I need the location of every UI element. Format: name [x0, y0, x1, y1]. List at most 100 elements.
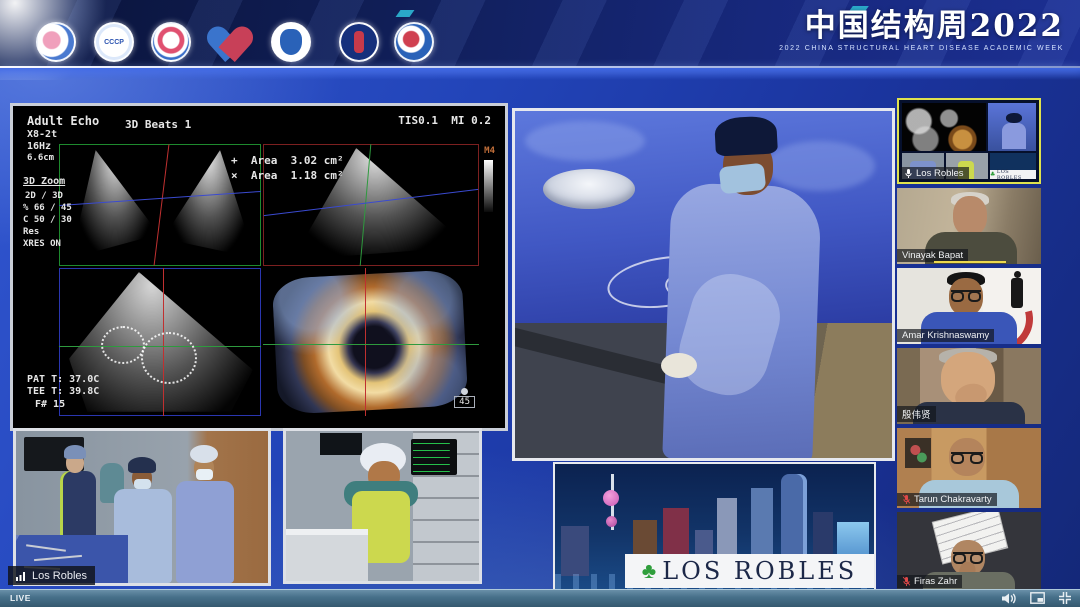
header-glow-band — [0, 68, 1080, 80]
echo-video-panel: Adult Echo X8-2t 16Hz 6.6cm 3D Beats 1 T… — [10, 103, 508, 431]
live-status-label: LIVE — [10, 593, 31, 603]
vascular-figure-logo-icon — [36, 22, 76, 62]
surgeon-cap — [714, 115, 778, 156]
mini-los-robles-banner: ♣LOS ROBLES — [990, 170, 1036, 179]
echo-angle-badge: 45 — [454, 388, 475, 408]
operator-mask — [134, 479, 151, 489]
picture-in-picture-icon[interactable] — [1030, 592, 1045, 604]
event-title-block: 中国结构周2022 2022 CHINA STRUCTURAL HEART DI… — [779, 8, 1064, 52]
broadcast-window: CCCP 中国结构周2022 2022 CHINA STRUCTURAL HEA… — [0, 0, 1080, 607]
skyline-banner-panel: ♣ LOS ROBLES — [553, 462, 876, 592]
participant-tile-tarun-chakravarty[interactable]: Tarun Chakravarty — [897, 428, 1041, 508]
echo-param: C 50 / 30 — [23, 215, 72, 225]
echo-angle-value: 45 — [454, 396, 475, 408]
vitals-monitor — [411, 439, 457, 475]
echo-map-label: M4 — [484, 146, 495, 156]
participant-tile-amar-krishnaswamy[interactable]: Amar Krishnaswamy — [897, 268, 1041, 344]
echo-traced-contour — [101, 326, 145, 364]
echo-patient-temp: PAT T: 37.0C — [27, 374, 99, 385]
echo-grayscale-bar — [484, 160, 493, 212]
stream-source-label: Los Robles — [32, 570, 87, 582]
echo-param: XRES ON — [23, 239, 61, 249]
surgeon-mask — [719, 163, 767, 195]
background-painting — [905, 438, 931, 468]
tree-icon: ♣ — [642, 560, 656, 582]
echo-beats-label: 3D Beats 1 — [125, 118, 191, 131]
echo-param: 2D / 3D — [25, 191, 63, 201]
echo-param: Res — [23, 227, 39, 237]
echo-frame-number: F# 15 — [35, 399, 65, 410]
main-surgeon-video — [512, 108, 895, 461]
mini-skyline-view: ♣LOS ROBLES — [990, 153, 1036, 179]
echo-depth-label: 6.6cm — [27, 153, 54, 163]
china-heart-house-logo-icon — [271, 22, 311, 62]
assistant-cap — [190, 445, 218, 463]
surgeon-glove — [661, 353, 697, 378]
mini-surgeon-view — [988, 103, 1036, 151]
participant-tile-los-robles[interactable]: ♣LOS ROBLES Los Robles — [897, 98, 1041, 184]
pearl-sphere — [606, 516, 617, 527]
operator-cap — [128, 457, 156, 473]
glasses — [951, 290, 981, 298]
echo-3d-render — [272, 269, 469, 415]
echo-tee-temp: TEE T: 39.8C — [27, 386, 99, 397]
event-subtitle: 2022 CHINA STRUCTURAL HEART DISEASE ACAD… — [779, 45, 1064, 52]
pearl-sphere — [603, 490, 619, 506]
mic-muted-icon — [902, 576, 911, 587]
participant-tile-vinayak-bapat[interactable]: Vinayak Bapat — [897, 188, 1041, 264]
echo-probe-label: X8-2t — [27, 129, 57, 140]
echo-measurement-1: + Area 3.02 cm² — [231, 154, 344, 167]
volume-icon[interactable] — [1001, 592, 1017, 605]
drape-fold — [525, 121, 645, 161]
echo-param: % 66 / 45 — [23, 203, 72, 213]
mic-on-icon — [904, 168, 913, 179]
echo-tis-mi-label: TIS0.1 MI 0.2 — [398, 114, 491, 127]
player-control-bar: LIVE — [0, 589, 1080, 607]
header-banner: CCCP 中国结构周2022 2022 CHINA STRUCTURAL HEA… — [0, 0, 1080, 66]
cccp-logo-icon: CCCP — [94, 22, 134, 62]
assistant-mask — [196, 469, 213, 480]
aux-monitor — [320, 433, 362, 455]
echo-crosshair-red — [365, 268, 366, 416]
or-camera-1-video — [13, 428, 271, 586]
or-camera-2-video — [283, 428, 482, 584]
participant-tile-firas-zahr[interactable]: Firas Zahr — [897, 512, 1041, 590]
sterile-basin — [543, 169, 635, 209]
glasses — [953, 552, 983, 560]
participant-name-label: 殷伟贤 — [897, 406, 936, 422]
stream-source-badge: Los Robles — [8, 566, 95, 585]
poster-figure — [1011, 278, 1023, 308]
foreground-machine — [286, 529, 368, 581]
participant-name-label: Los Robles — [899, 167, 969, 180]
los-robles-banner-text: LOS ROBLES — [662, 557, 857, 585]
echo-traced-contour — [141, 332, 197, 384]
assistant-gown — [176, 481, 234, 583]
staff-cap — [64, 445, 86, 459]
medical-staff-logo-icon — [339, 22, 379, 62]
echo-crosshair-green — [263, 344, 479, 345]
participant-name-label: Amar Krishnaswamy — [897, 329, 994, 342]
echo-frequency-label: 16Hz — [27, 141, 51, 152]
speaking-indicator-bar — [934, 261, 1006, 263]
event-title: 中国结构周2022 — [779, 8, 1064, 44]
building — [561, 526, 589, 576]
echo-title: Adult Echo — [27, 114, 99, 128]
mic-muted-icon — [902, 494, 911, 505]
surgeon-gown — [662, 182, 822, 461]
drape-fold — [765, 141, 875, 191]
mini-echo-view — [902, 103, 986, 151]
participant-name-label: Tarun Chakravarty — [897, 493, 997, 506]
valve-society-logo-icon — [394, 22, 434, 62]
los-robles-banner: ♣ LOS ROBLES — [625, 554, 874, 588]
exit-fullscreen-icon[interactable] — [1058, 591, 1072, 605]
cccp-logo-text: CCCP — [104, 39, 124, 46]
participant-avatar — [953, 196, 987, 236]
participant-name-label: Firas Zahr — [897, 575, 962, 588]
participant-tile-yin-weixian[interactable]: 殷伟贤 — [897, 348, 1041, 424]
echo-measurement-2: × Area 1.18 cm² — [231, 169, 344, 182]
heart-circle-logo-icon — [151, 22, 191, 62]
tee-probe-icon — [461, 388, 468, 395]
handshake-heart-logo-icon — [207, 22, 253, 62]
echo-mode-label: 3D Zoom — [23, 176, 65, 187]
signal-bars-icon — [16, 570, 27, 581]
